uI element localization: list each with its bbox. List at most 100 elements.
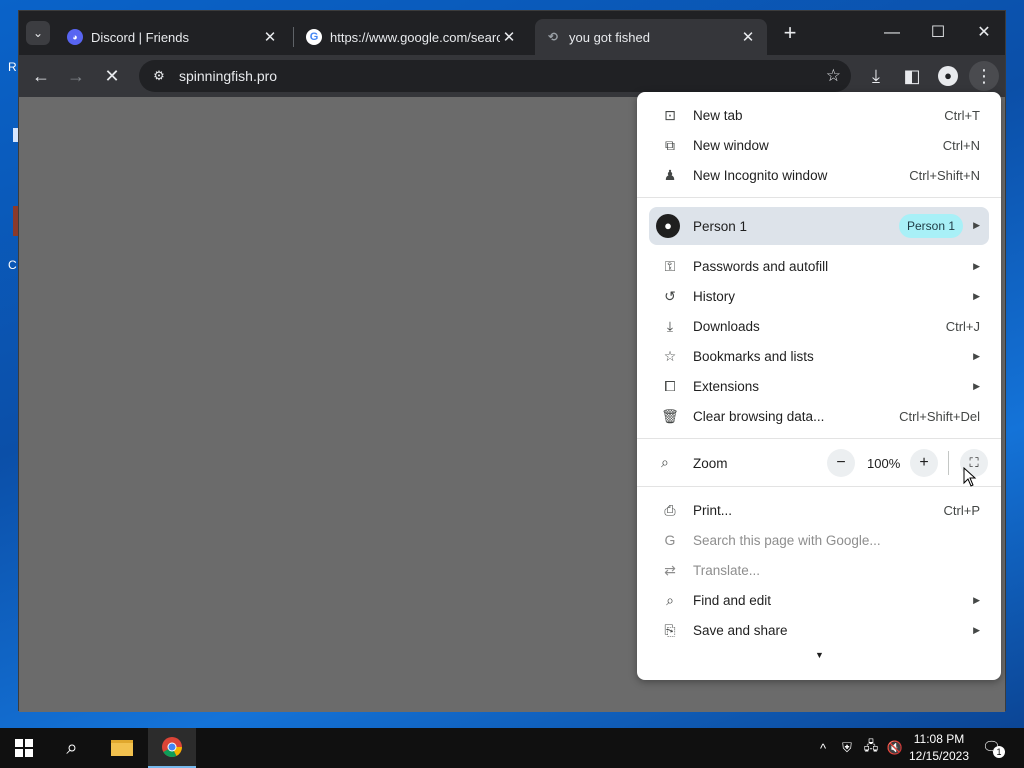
chevron-down-icon: ⌄ (32, 26, 44, 40)
menu-divider (637, 438, 1001, 439)
start-button[interactable] (0, 728, 48, 768)
submenu-arrow-icon: ▶ (973, 624, 980, 635)
stop-loading-button[interactable]: ✕ (97, 61, 127, 91)
scroll-more-arrow-icon[interactable]: ▼ (815, 650, 824, 660)
menu-item-find-edit[interactable]: ⌕ Find and edit ▶ (637, 585, 1001, 615)
new-tab-icon: ⊡ (664, 106, 676, 123)
volume-muted-icon: 🔇 (886, 740, 904, 755)
submenu-arrow-icon: ▶ (973, 594, 980, 605)
desktop-icon-label: R (8, 60, 17, 74)
menu-item-new-tab[interactable]: ⊡ New tab Ctrl+T (637, 100, 1001, 130)
menu-item-profile[interactable]: ● Person 1 Person 1 ▶ (649, 207, 989, 245)
menu-item-passwords[interactable]: ⚿ Passwords and autofill ▶ (637, 251, 1001, 281)
tab-search-button[interactable]: ⌄ (26, 21, 50, 45)
tray-overflow-button[interactable]: ^ (812, 728, 834, 768)
close-icon[interactable]: ✕ (739, 28, 757, 46)
tab-separator (293, 27, 294, 47)
menu-item-search-page[interactable]: G Search this page with Google... (637, 525, 1001, 555)
menu-item-label: Find and edit (693, 592, 772, 608)
clock[interactable]: 11:08 PM 12/15/2023 (906, 731, 972, 765)
tab-google[interactable]: G https://www.google.com/search ✕ (296, 19, 528, 55)
menu-item-label: Save and share (693, 622, 788, 638)
menu-item-new-window[interactable]: ⧉ New window Ctrl+N (637, 130, 1001, 160)
menu-item-save-share[interactable]: ⎘ Save and share ▶ (637, 615, 1001, 645)
close-window-button[interactable]: ✕ (961, 15, 1007, 51)
menu-item-translate[interactable]: ⇄ Translate... (637, 555, 1001, 585)
menu-item-label: Extensions (693, 378, 760, 394)
network-icon: 🖧 (863, 738, 879, 753)
site-info-icon[interactable]: ⚙ (143, 68, 175, 84)
side-panel-icon: ◧ (903, 65, 921, 86)
tab-active[interactable]: ⟲ you got fished ✕ (535, 19, 767, 55)
close-icon[interactable]: ✕ (500, 28, 518, 46)
side-panel-button[interactable]: ◧ (897, 61, 927, 91)
profile-badge: Person 1 (899, 214, 964, 238)
save-share-icon: ⎘ (664, 621, 676, 638)
zoom-out-button[interactable]: − (827, 449, 855, 477)
maximize-button[interactable]: ☐ (915, 15, 961, 51)
volume-button[interactable]: 🔇 (884, 728, 906, 768)
menu-item-history[interactable]: ↺ History ▶ (637, 281, 1001, 311)
incognito-icon: ♟ (663, 166, 677, 183)
mouse-cursor-icon (963, 467, 977, 487)
submenu-arrow-icon: ▶ (973, 260, 980, 271)
file-explorer-button[interactable] (98, 728, 146, 768)
close-icon[interactable]: ✕ (261, 28, 279, 46)
menu-shortcut: Ctrl+Shift+N (909, 167, 980, 183)
zoom-in-button[interactable]: + (910, 449, 938, 477)
find-icon: ⌕ (666, 591, 674, 608)
puzzle-icon: ⧠ (664, 377, 676, 394)
arrow-left-icon: ← (32, 65, 50, 86)
tab-title: you got fished (569, 29, 650, 45)
close-icon: ✕ (104, 65, 120, 86)
menu-button[interactable]: ⋮ (969, 61, 999, 91)
zoom-value: 100% (867, 456, 901, 471)
desktop-icon-label: C (8, 258, 17, 272)
chrome-taskbar-button[interactable] (148, 728, 196, 768)
notification-count-badge: 1 (993, 746, 1005, 758)
menu-item-clear-data[interactable]: 🗑 Clear browsing data... Ctrl+Shift+Del (637, 401, 1001, 431)
back-button[interactable]: ← (26, 61, 56, 91)
new-tab-button[interactable]: + (777, 21, 803, 47)
menu-item-label: New window (693, 137, 769, 153)
forward-button[interactable]: → (61, 61, 91, 91)
submenu-arrow-icon: ▶ (973, 350, 980, 361)
google-icon: G (306, 29, 322, 45)
menu-item-downloads[interactable]: ⤓ Downloads Ctrl+J (637, 311, 1001, 341)
submenu-arrow-icon: ▶ (973, 220, 980, 230)
profile-button[interactable]: ● (933, 61, 963, 91)
clock-date: 12/15/2023 (908, 749, 970, 763)
kebab-menu-icon: ⋮ (975, 65, 993, 86)
tab-title: Discord | Friends (91, 29, 190, 45)
tab-strip: ⌄ ◕ Discord | Friends ✕ G https://www.go… (19, 11, 1005, 55)
new-window-icon: ⧉ (665, 136, 675, 153)
minimize-button[interactable]: — (869, 15, 915, 51)
bookmark-star-icon[interactable]: ☆ (826, 66, 841, 86)
menu-item-extensions[interactable]: ⧠ Extensions ▶ (637, 371, 1001, 401)
downloads-button[interactable]: ⤓ (861, 61, 891, 91)
notification-center-button[interactable]: 🗨 1 (982, 738, 1005, 758)
menu-item-label: Print... (693, 502, 733, 518)
avatar-icon: ● (656, 214, 680, 238)
browser-toolbar: ← → ✕ ⚙ spinningfish.pro ☆ ⤓ ◧ ● ⋮ (19, 55, 1005, 97)
menu-divider (637, 486, 1001, 487)
tab-discord[interactable]: ◕ Discord | Friends ✕ (57, 19, 289, 55)
menu-shortcut: Ctrl+N (942, 137, 980, 153)
search-button[interactable]: ⌕ (48, 728, 96, 768)
menu-item-print[interactable]: ⎙ Print... Ctrl+P (637, 495, 1001, 525)
fish-icon: ⟲ (547, 30, 559, 44)
tray-app-icon[interactable]: ⛨ (836, 728, 858, 768)
url-text[interactable]: spinningfish.pro (179, 68, 277, 84)
menu-item-new-incognito[interactable]: ♟ New Incognito window Ctrl+Shift+N (637, 160, 1001, 190)
submenu-arrow-icon: ▶ (973, 290, 980, 301)
menu-item-label: Downloads (693, 318, 760, 334)
chevron-up-icon: ^ (819, 740, 827, 756)
address-bar[interactable]: ⚙ spinningfish.pro ☆ (139, 60, 851, 92)
plus-icon: + (783, 20, 797, 45)
menu-item-label: Passwords and autofill (693, 258, 829, 274)
menu-item-bookmarks[interactable]: ☆ Bookmarks and lists ▶ (637, 341, 1001, 371)
network-button[interactable]: 🖧 (860, 728, 882, 768)
discord-icon: ◕ (67, 29, 83, 45)
menu-item-label: New Incognito window (693, 167, 828, 183)
profile-name: Person 1 (693, 219, 748, 234)
